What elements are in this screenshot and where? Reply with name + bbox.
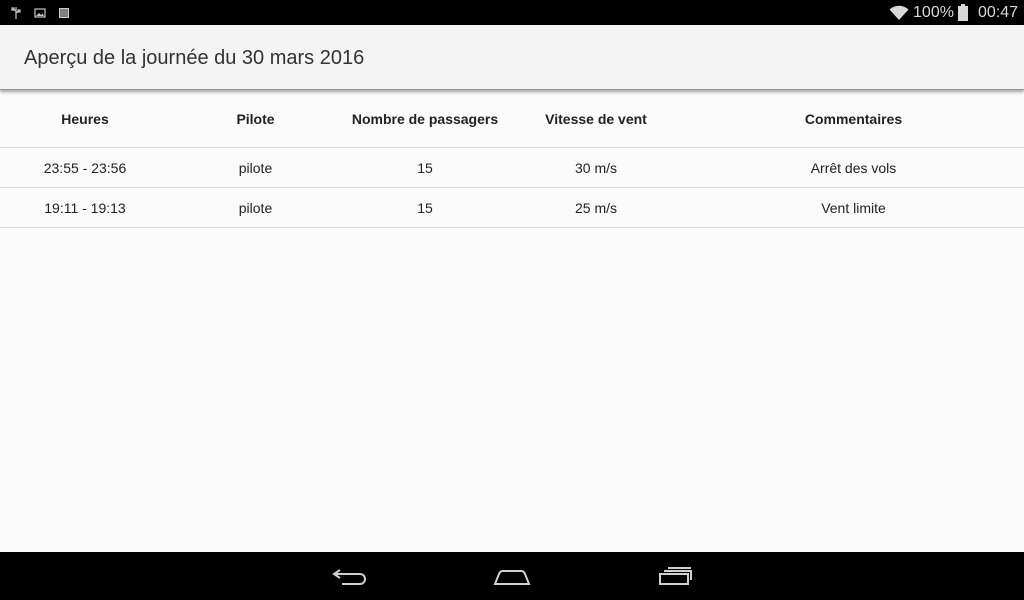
image-icon — [34, 7, 46, 18]
table-row[interactable]: 19:11 - 19:13 pilote 15 25 m/s Vent limi… — [0, 188, 1024, 228]
recent-apps-button[interactable] — [651, 562, 699, 590]
column-header-commentaires: Commentaires — [804, 111, 903, 127]
barcode-icon — [59, 7, 69, 18]
cell-vitesse-vent: 25 m/s — [574, 199, 617, 216]
cell-commentaires: Vent limite — [821, 199, 886, 216]
home-button[interactable] — [488, 562, 536, 590]
wifi-icon — [889, 5, 909, 20]
column-header-pilote: Pilote — [236, 111, 275, 127]
cell-commentaires: Arrêt des vols — [810, 159, 897, 176]
cell-heures: 19:11 - 19:13 — [44, 199, 126, 216]
recent-apps-icon — [659, 567, 692, 585]
app-bar: Aperçu de la journée du 30 mars 2016 — [0, 25, 1024, 90]
column-header-passagers: Nombre de passagers — [351, 111, 499, 127]
cell-heures: 23:55 - 23:56 — [43, 159, 127, 176]
cell-pilote: pilote — [238, 199, 273, 216]
column-header-heures: Heures — [61, 111, 109, 127]
back-button[interactable] — [326, 562, 374, 590]
cell-pilote: pilote — [238, 159, 273, 176]
status-left-icons — [10, 5, 70, 20]
cell-passagers: 15 — [417, 159, 433, 176]
flights-table: Heures Pilote Nombre de passagers Vitess… — [0, 91, 1024, 228]
table-header-row: Heures Pilote Nombre de passagers Vitess… — [0, 91, 1024, 148]
page-title: Aperçu de la journée du 30 mars 2016 — [24, 47, 365, 69]
battery-icon — [957, 4, 968, 21]
table-row[interactable]: 23:55 - 23:56 pilote 15 30 m/s Arrêt des… — [0, 148, 1024, 188]
battery-percent: 100% — [913, 3, 954, 21]
clock: 00:47 — [977, 3, 1018, 21]
cell-passagers: 15 — [417, 199, 433, 216]
navigation-bar — [0, 552, 1024, 600]
cell-vitesse-vent: 30 m/s — [574, 159, 617, 176]
home-icon — [493, 570, 531, 585]
column-header-vitesse-vent: Vitesse de vent — [545, 111, 647, 127]
status-bar: 100% 00:47 — [0, 0, 1024, 25]
status-right: 100% 00:47 — [889, 0, 1018, 25]
usb-icon — [11, 6, 21, 19]
back-icon — [332, 569, 366, 585]
